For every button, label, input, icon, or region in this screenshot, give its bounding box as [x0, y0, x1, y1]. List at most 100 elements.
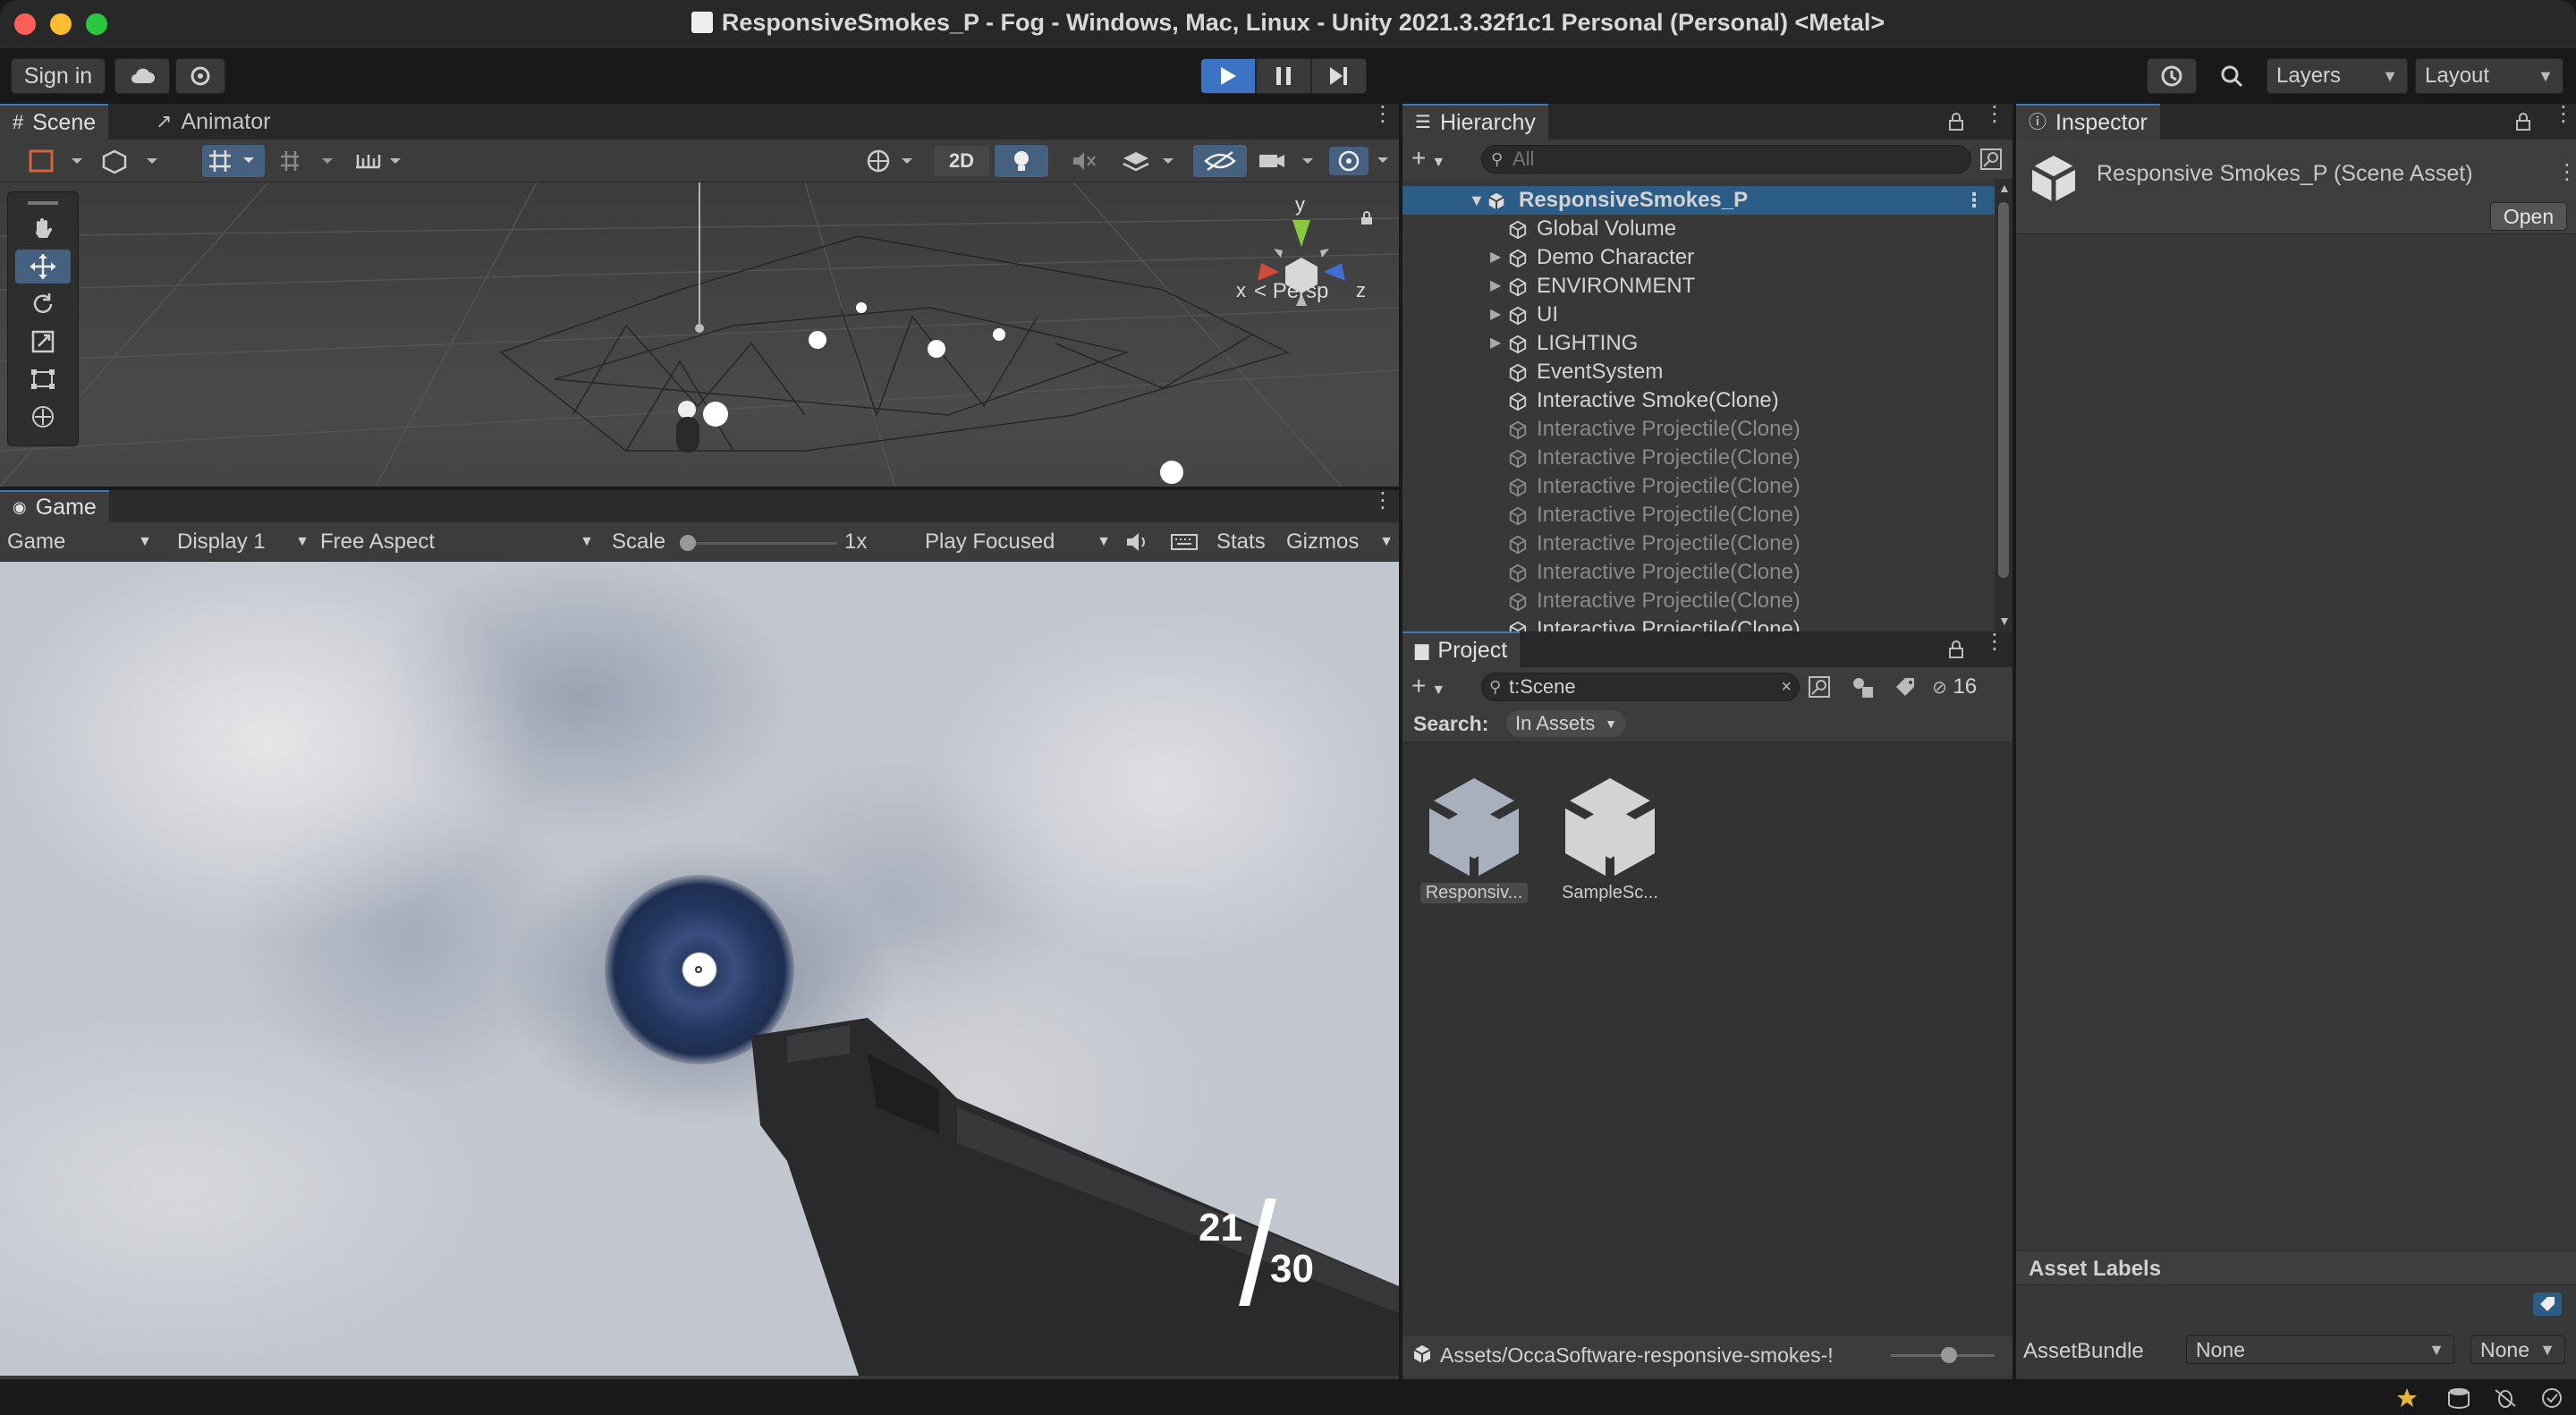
- tab-project[interactable]: ▆ Project: [1402, 631, 1521, 667]
- filter-by-type-button[interactable]: [1850, 674, 1877, 699]
- keyboard-shortcuts-button[interactable]: [1170, 530, 1199, 555]
- scale-tool-button[interactable]: [15, 325, 71, 359]
- add-label-button[interactable]: [2533, 1292, 2562, 1316]
- hierarchy-item[interactable]: Interactive Projectile(Clone): [1402, 501, 1995, 530]
- tab-game[interactable]: ◉ Game: [0, 490, 109, 522]
- filter-by-label-button[interactable]: [1893, 674, 1919, 699]
- asset-bundle-dropdown[interactable]: None ▼: [2186, 1335, 2454, 1364]
- hierarchy-lock-icon[interactable]: [1948, 113, 1964, 131]
- scene-menu-kebab-icon[interactable]: ⋮: [1372, 104, 1394, 125]
- search-scope-dropdown[interactable]: In Assets ▼: [1506, 710, 1626, 737]
- hierarchy-item[interactable]: ▶ LIGHTING: [1402, 329, 1995, 358]
- hand-tool-button[interactable]: [15, 212, 71, 246]
- render-mode-button[interactable]: [100, 146, 168, 176]
- rotate-tool-button[interactable]: [15, 287, 71, 321]
- 2d-toggle-button[interactable]: 2D: [934, 146, 989, 176]
- game-menu-kebab-icon[interactable]: ⋮: [1372, 490, 1394, 512]
- icon-size-slider-thumb[interactable]: [1941, 1347, 1957, 1363]
- database-status-button[interactable]: [2445, 1386, 2472, 1410]
- project-menu-kebab-icon[interactable]: ⋮: [1984, 631, 2005, 653]
- search-by-type-button[interactable]: [1807, 674, 1834, 699]
- collab-button[interactable]: [175, 58, 225, 94]
- asset-variant-dropdown[interactable]: None ▼: [2470, 1335, 2565, 1364]
- orientation-button[interactable]: [860, 146, 923, 176]
- undo-history-button[interactable]: [2147, 58, 2197, 94]
- cache-server-button[interactable]: [2394, 1386, 2420, 1410]
- expand-triangle-icon[interactable]: ▶: [1490, 301, 1501, 329]
- layers-dropdown[interactable]: Layers ▼: [2267, 58, 2408, 94]
- game-gizmos-button[interactable]: Gizmos ▼: [1286, 528, 1394, 556]
- hierarchy-item[interactable]: ▶ UI: [1402, 301, 1995, 329]
- inspector-menu-kebab-icon[interactable]: ⋮: [2553, 104, 2574, 125]
- icon-size-slider[interactable]: [1891, 1347, 1995, 1363]
- project-search-input[interactable]: ⚲ t:Scene ×: [1481, 673, 1800, 701]
- hierarchy-scrollbar[interactable]: ▲ ▼: [1995, 179, 2012, 631]
- project-add-button[interactable]: + ▼: [1411, 673, 1462, 701]
- lighting-toggle-button[interactable]: [995, 145, 1048, 177]
- tab-scene[interactable]: # Scene: [0, 104, 109, 140]
- search-button[interactable]: [2207, 58, 2256, 94]
- root-kebab-icon[interactable]: ⋮: [1964, 186, 1984, 215]
- perspective-label[interactable]: < Persp: [1254, 279, 1328, 304]
- mute-audio-button[interactable]: [1123, 530, 1150, 555]
- hierarchy-item[interactable]: Interactive Projectile(Clone): [1402, 444, 1995, 472]
- open-button[interactable]: Open: [2490, 202, 2567, 231]
- draw-mode-button[interactable]: [25, 146, 91, 176]
- debug-mode-button[interactable]: [2492, 1386, 2519, 1410]
- view-select-dropdown[interactable]: Game ▼: [7, 528, 159, 556]
- gizmos-button[interactable]: [1327, 145, 1394, 177]
- ruler-button[interactable]: [351, 146, 413, 176]
- hierarchy-item[interactable]: Interactive Smoke(Clone): [1402, 386, 1995, 415]
- hidden-packages-toggle[interactable]: ⊘ 16: [1932, 673, 2009, 701]
- transform-tool-button[interactable]: [15, 400, 71, 434]
- grid-snap-button[interactable]: [202, 145, 265, 177]
- stats-button[interactable]: Stats: [1216, 528, 1266, 556]
- scene-viewport[interactable]: y x z < Persp: [0, 182, 1399, 487]
- pause-button[interactable]: [1256, 58, 1311, 94]
- hierarchy-item[interactable]: Interactive Projectile(Clone): [1402, 615, 1995, 631]
- expand-triangle-icon[interactable]: ▶: [1490, 243, 1501, 272]
- expand-triangle-icon[interactable]: ▼: [1469, 186, 1485, 215]
- project-lock-icon[interactable]: [1948, 640, 1964, 658]
- hierarchy-scroll-thumb[interactable]: [1998, 202, 2009, 578]
- hierarchy-item[interactable]: Interactive Projectile(Clone): [1402, 415, 1995, 444]
- hierarchy-menu-kebab-icon[interactable]: ⋮: [1984, 104, 2005, 125]
- layout-dropdown[interactable]: Layout ▼: [2415, 58, 2563, 94]
- play-button[interactable]: [1200, 58, 1256, 94]
- hierarchy-item[interactable]: Interactive Projectile(Clone): [1402, 472, 1995, 501]
- inspector-header-kebab-icon[interactable]: ⋮: [2556, 159, 2576, 185]
- expand-triangle-icon[interactable]: ▶: [1490, 329, 1501, 358]
- display-dropdown[interactable]: Display 1 ▼: [177, 528, 309, 556]
- scale-slider[interactable]: [680, 535, 837, 551]
- hierarchy-item[interactable]: ▶ Demo Character: [1402, 243, 1995, 272]
- scroll-down-icon[interactable]: ▼: [1998, 614, 2011, 628]
- hierarchy-item[interactable]: Global Volume: [1402, 215, 1995, 243]
- tab-hierarchy[interactable]: ☰ Hierarchy: [1402, 104, 1548, 140]
- tab-inspector[interactable]: ⓘ Inspector: [2016, 104, 2160, 140]
- scene-visibility-button[interactable]: [1193, 145, 1247, 177]
- hierarchy-add-button[interactable]: + ▼: [1411, 145, 1462, 174]
- play-mode-dropdown[interactable]: Play Focused ▼: [925, 528, 1111, 556]
- sign-in-button[interactable]: Sign in: [11, 58, 106, 94]
- clear-search-icon[interactable]: ×: [1781, 674, 1792, 700]
- asset-item[interactable]: Responsiv...: [1420, 769, 1528, 903]
- progress-status-button[interactable]: [2538, 1386, 2565, 1410]
- audio-toggle-button[interactable]: [1061, 146, 1106, 176]
- hierarchy-root-scene[interactable]: ▼ ResponsiveSmokes_P ⋮: [1402, 186, 1995, 215]
- aspect-dropdown[interactable]: Free Aspect ▼: [320, 528, 594, 556]
- lock-icon[interactable]: [1360, 211, 1374, 225]
- cloud-button[interactable]: [114, 58, 170, 94]
- expand-triangle-icon[interactable]: ▶: [1490, 272, 1501, 301]
- hierarchy-item[interactable]: Interactive Projectile(Clone): [1402, 558, 1995, 587]
- orientation-gizmo[interactable]: y x z: [1225, 193, 1395, 345]
- hierarchy-item[interactable]: Interactive Projectile(Clone): [1402, 587, 1995, 615]
- asset-item[interactable]: SampleSc...: [1556, 769, 1664, 903]
- inspector-lock-icon[interactable]: [2515, 113, 2531, 131]
- rect-tool-button[interactable]: [15, 362, 71, 396]
- increment-snap-button[interactable]: [274, 146, 336, 176]
- hierarchy-search-input[interactable]: ⚲ All: [1481, 145, 1971, 174]
- camera-settings-button[interactable]: [1254, 146, 1322, 176]
- hierarchy-item[interactable]: Interactive Projectile(Clone): [1402, 530, 1995, 558]
- scale-slider-thumb[interactable]: [680, 535, 696, 551]
- step-button[interactable]: [1311, 58, 1367, 94]
